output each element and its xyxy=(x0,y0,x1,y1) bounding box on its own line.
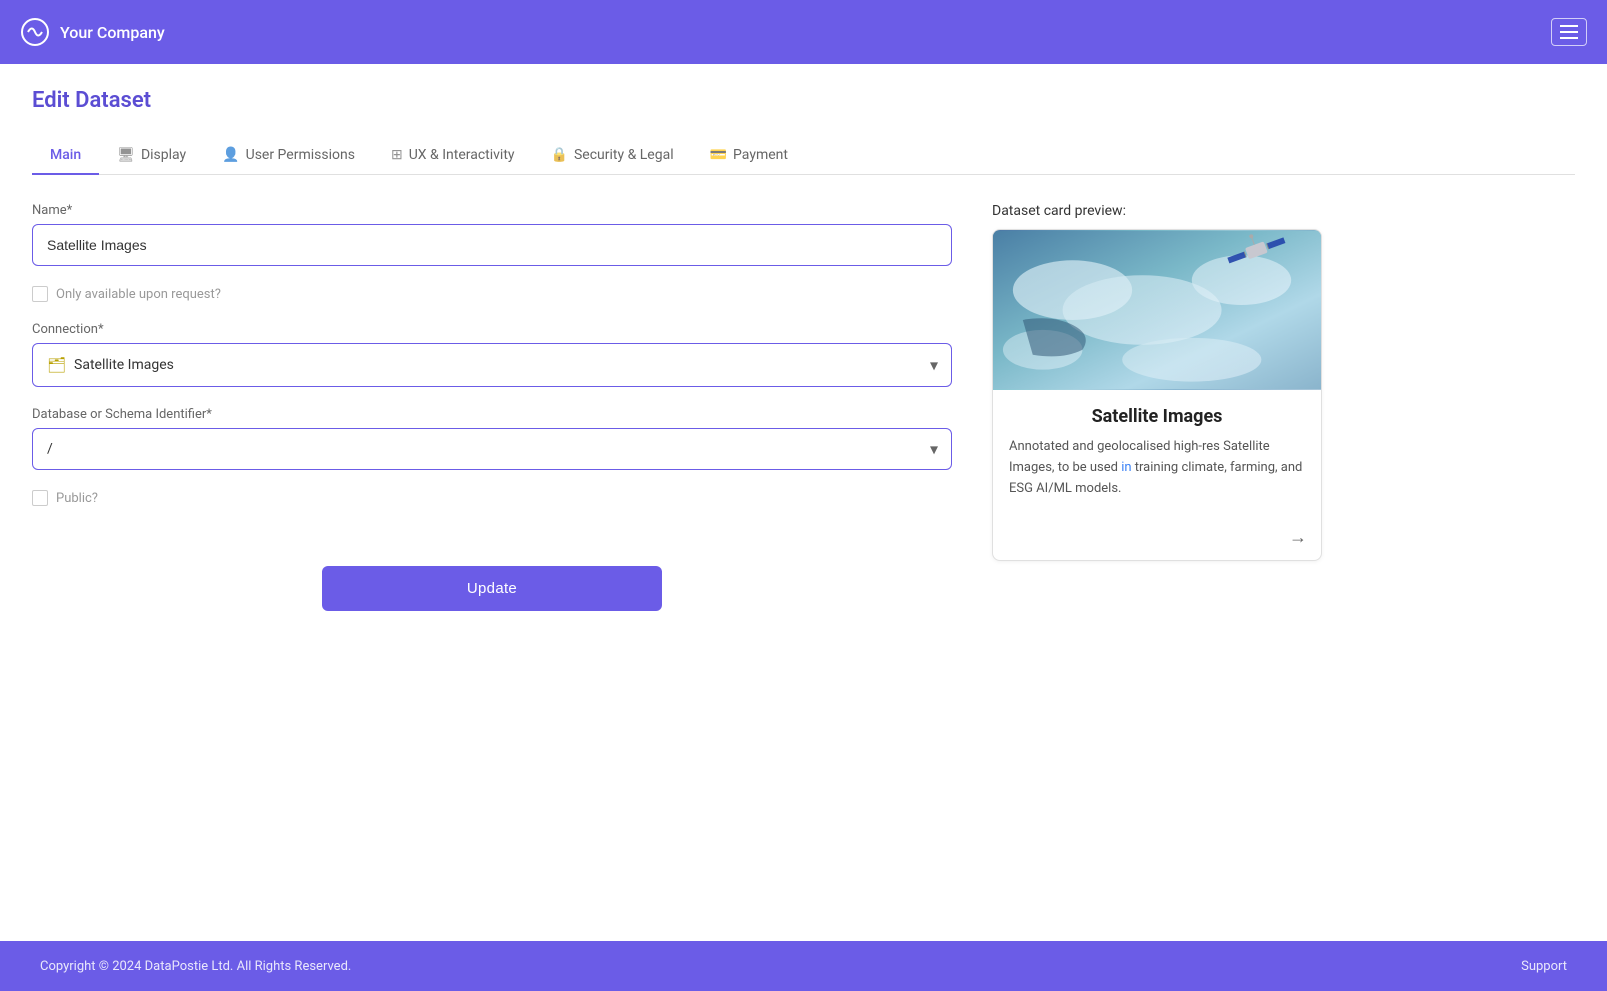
database-icon: 🗂 xyxy=(47,356,66,374)
ux-icon: ⊞ xyxy=(391,147,403,163)
user-icon: 👤 xyxy=(222,147,239,163)
tab-payment[interactable]: 💳 Payment xyxy=(692,137,806,175)
description-highlight: in xyxy=(1121,460,1131,475)
arrow-icon[interactable]: → xyxy=(1289,527,1307,548)
footer-copyright: Copyright © 2024 DataPostie Ltd. All Rig… xyxy=(40,959,351,974)
only-on-request-group: Only available upon request? xyxy=(32,286,952,302)
company-logo: Your Company xyxy=(20,17,165,47)
db-schema-field-group: Database or Schema Identifier* / ▾ xyxy=(32,407,952,470)
db-schema-label: Database or Schema Identifier* xyxy=(32,407,952,422)
satellite-image-svg xyxy=(993,230,1321,390)
connection-label: Connection* xyxy=(32,322,952,337)
edit-form: Name* Only available upon request? Conne… xyxy=(32,203,952,611)
tabs-nav: Main 🖥 Display 👤 User Permissions ⊞ UX &… xyxy=(32,137,1575,175)
tab-display[interactable]: 🖥 Display xyxy=(99,137,204,175)
update-btn-wrapper: Update xyxy=(32,566,952,611)
tab-user-permissions-label: User Permissions xyxy=(246,147,355,163)
preview-label: Dataset card preview: xyxy=(992,203,1322,219)
tab-main[interactable]: Main xyxy=(32,137,99,175)
connection-select[interactable]: 🗂 Satellite Images xyxy=(32,343,952,387)
logo-icon xyxy=(20,17,50,47)
footer: Copyright © 2024 DataPostie Ltd. All Rig… xyxy=(0,941,1607,991)
tab-display-label: Display xyxy=(141,147,186,163)
public-field-group: Public? xyxy=(32,490,952,506)
tab-main-label: Main xyxy=(50,147,81,163)
preview-card: Satellite Images Annotated and geolocali… xyxy=(992,229,1322,561)
db-schema-value: / xyxy=(47,441,53,457)
footer-support-link[interactable]: Support xyxy=(1521,959,1567,974)
tab-user-permissions[interactable]: 👤 User Permissions xyxy=(204,137,373,175)
preview-card-title: Satellite Images xyxy=(1009,406,1305,427)
preview-arrow-section: → xyxy=(993,519,1321,560)
tab-payment-label: Payment xyxy=(733,147,788,163)
tab-security-legal[interactable]: 🔒 Security & Legal xyxy=(533,137,692,175)
update-button[interactable]: Update xyxy=(322,566,662,611)
header: Your Company xyxy=(0,0,1607,64)
tab-ux-interactivity[interactable]: ⊞ UX & Interactivity xyxy=(373,137,533,175)
public-checkbox[interactable] xyxy=(32,490,48,506)
connection-field-group: Connection* 🗂 Satellite Images ▾ xyxy=(32,322,952,387)
preview-section: Dataset card preview: xyxy=(992,203,1322,561)
hamburger-menu-button[interactable] xyxy=(1551,18,1587,46)
preview-card-description: Annotated and geolocalised high-res Sate… xyxy=(1009,437,1305,499)
tab-security-legal-label: Security & Legal xyxy=(574,147,674,163)
connection-value: Satellite Images xyxy=(74,357,174,373)
connection-select-wrapper: 🗂 Satellite Images ▾ xyxy=(32,343,952,387)
payment-icon: 💳 xyxy=(710,147,727,163)
main-content: Edit Dataset Main 🖥 Display 👤 User Permi… xyxy=(0,64,1607,941)
tab-ux-interactivity-label: UX & Interactivity xyxy=(409,147,515,163)
name-input[interactable] xyxy=(32,224,952,266)
preview-body: Satellite Images Annotated and geolocali… xyxy=(993,390,1321,519)
display-icon: 🖥 xyxy=(117,147,135,163)
lock-icon: 🔒 xyxy=(551,147,568,163)
preview-image xyxy=(993,230,1321,390)
name-label: Name* xyxy=(32,203,952,218)
content-layout: Name* Only available upon request? Conne… xyxy=(32,203,1575,611)
only-on-request-label: Only available upon request? xyxy=(56,287,221,302)
name-field-group: Name* xyxy=(32,203,952,266)
page-title: Edit Dataset xyxy=(32,88,1575,113)
db-schema-select[interactable]: / xyxy=(32,428,952,470)
db-schema-select-wrapper: / ▾ xyxy=(32,428,952,470)
company-name: Your Company xyxy=(60,23,165,42)
public-label: Public? xyxy=(56,491,98,506)
only-on-request-checkbox[interactable] xyxy=(32,286,48,302)
